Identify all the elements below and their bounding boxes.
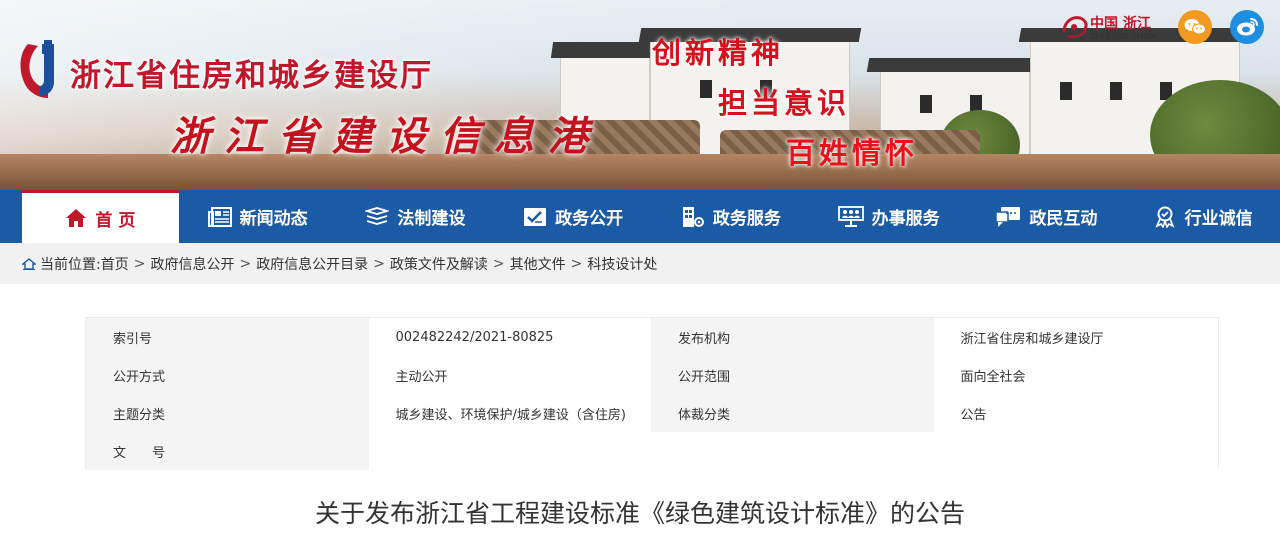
weibo-button[interactable] bbox=[1230, 10, 1264, 44]
table-row: 索引号 002482242/2021-80825 发布机构 浙江省住房和城乡建设… bbox=[86, 318, 1218, 356]
newspaper-icon bbox=[207, 206, 232, 227]
gov-badge-subtitle: ZHEJIANG·CHINA bbox=[1090, 32, 1157, 41]
breadcrumb-separator: > bbox=[570, 255, 583, 272]
meta-key-genre: 体裁分类 bbox=[651, 394, 934, 432]
table-row: 文 号 bbox=[86, 432, 1218, 470]
zhejiang-emblem-icon bbox=[1062, 16, 1088, 38]
table-row: 主题分类 城乡建设、环境保护/城乡建设（含住房) 体裁分类 公告 bbox=[86, 394, 1218, 432]
meta-key-doc-number: 文 号 bbox=[86, 432, 369, 470]
chat-icon bbox=[995, 206, 1021, 228]
table-row: 公开方式 主动公开 公开范围 面向全社会 bbox=[86, 356, 1218, 394]
gov-badge-title: 中国 浙江 bbox=[1090, 16, 1151, 32]
banner-window bbox=[920, 95, 932, 113]
nav-item-label: 行业诚信 bbox=[1184, 209, 1253, 229]
service-desk-icon bbox=[837, 205, 864, 228]
nav-item-label: 新闻动态 bbox=[239, 209, 308, 229]
home-icon bbox=[65, 208, 87, 228]
meta-value-publisher: 浙江省住房和城乡建设厅 bbox=[933, 318, 1218, 356]
location-home-icon bbox=[22, 257, 36, 270]
site-title[interactable]: 浙江省住房和城乡建设厅 bbox=[70, 50, 433, 95]
building-gear-icon bbox=[681, 206, 705, 228]
meta-key-topic: 主题分类 bbox=[86, 394, 369, 432]
nav-item-label: 政务服务 bbox=[712, 209, 781, 229]
site-logo-icon bbox=[20, 40, 54, 98]
breadcrumb-other-docs[interactable]: 其他文件 bbox=[510, 254, 566, 274]
slogan-people: 百姓情怀 bbox=[786, 136, 919, 170]
meta-value-topic: 城乡建设、环境保护/城乡建设（含住房) bbox=[368, 394, 651, 432]
site-subtitle: 浙江省建设信息港 bbox=[170, 113, 602, 160]
nav-item-interaction[interactable]: 政民互动 bbox=[968, 190, 1126, 243]
banner-roof bbox=[866, 58, 1044, 72]
wechat-icon bbox=[1184, 19, 1206, 35]
article-title: 关于发布浙江省工程建设标准《绿色建筑设计标准》的公告 bbox=[314, 499, 965, 528]
meta-key-index: 索引号 bbox=[86, 318, 369, 356]
nav-item-gov-affairs[interactable]: 政务公开 bbox=[494, 190, 652, 243]
breadcrumb-separator: > bbox=[373, 255, 385, 272]
banner-roof bbox=[550, 42, 660, 58]
meta-value-genre: 公告 bbox=[933, 394, 1218, 432]
nav-item-label: 政民互动 bbox=[1029, 209, 1098, 229]
book-stack-icon bbox=[365, 206, 390, 227]
meta-empty-cell bbox=[651, 432, 934, 470]
main-nav: 首 页 新闻动态 法制建设 政务公开 政务服务 办事服务 政民互动 行业诚信 bbox=[0, 190, 1280, 243]
document-meta-table: 索引号 002482242/2021-80825 发布机构 浙江省住房和城乡建设… bbox=[85, 317, 1219, 470]
nav-item-law[interactable]: 法制建设 bbox=[337, 190, 495, 243]
slogan-innovation: 创新精神 bbox=[652, 36, 785, 70]
meta-key-disclosure-mode: 公开方式 bbox=[86, 356, 369, 394]
breadcrumb-prefix: 当前位置: bbox=[40, 256, 101, 273]
meta-value-disclosure-mode: 主动公开 bbox=[368, 356, 651, 394]
meta-key-publisher: 发布机构 bbox=[651, 318, 934, 356]
header-banner: 浙江省住房和城乡建设厅 浙江省建设信息港 创新精神 担当意识 百姓情怀 中国 浙… bbox=[0, 0, 1280, 190]
breadcrumb-gov-info-catalog[interactable]: 政府信息公开目录 bbox=[256, 254, 368, 274]
nav-item-label: 政务公开 bbox=[555, 209, 624, 229]
weibo-icon bbox=[1237, 18, 1258, 36]
breadcrumb-home[interactable]: 首页 bbox=[101, 254, 129, 274]
breadcrumb-separator: > bbox=[133, 255, 146, 272]
meta-empty-cell bbox=[933, 432, 1218, 470]
nav-item-gov-service[interactable]: 政务服务 bbox=[652, 190, 810, 243]
nav-item-label: 法制建设 bbox=[397, 209, 466, 229]
breadcrumb-policy-docs[interactable]: 政策文件及解读 bbox=[390, 254, 488, 274]
breadcrumb-gov-info[interactable]: 政府信息公开 bbox=[150, 254, 234, 274]
breadcrumb: 当前位置: 首页 > 政府信息公开 > 政府信息公开目录 > 政策文件及解读 >… bbox=[0, 243, 1280, 284]
nav-item-home[interactable]: 首 页 bbox=[22, 190, 179, 243]
meta-value-index: 002482242/2021-80825 bbox=[368, 318, 651, 356]
meta-key-disclosure-scope: 公开范围 bbox=[651, 356, 934, 394]
breadcrumb-separator: > bbox=[492, 255, 505, 272]
nav-item-label: 办事服务 bbox=[871, 209, 940, 229]
wechat-button[interactable] bbox=[1178, 10, 1212, 44]
meta-value-disclosure-scope: 面向全社会 bbox=[933, 356, 1218, 394]
document-check-icon bbox=[523, 207, 547, 227]
banner-window bbox=[1060, 82, 1072, 100]
nav-item-credit[interactable]: 行业诚信 bbox=[1125, 190, 1280, 243]
breadcrumb-tech-design[interactable]: 科技设计处 bbox=[587, 254, 657, 274]
nav-item-business-service[interactable]: 办事服务 bbox=[810, 190, 968, 243]
award-icon bbox=[1153, 206, 1177, 228]
banner-window bbox=[1110, 82, 1122, 100]
breadcrumb-separator: > bbox=[239, 255, 252, 272]
nav-item-label: 首 页 bbox=[95, 210, 136, 231]
banner-window bbox=[700, 80, 712, 98]
nav-item-news[interactable]: 新闻动态 bbox=[179, 190, 337, 243]
gov-badge[interactable]: 中国 浙江 ZHEJIANG·CHINA bbox=[1060, 12, 1168, 44]
meta-value-doc-number bbox=[368, 432, 651, 470]
slogan-responsibility: 担当意识 bbox=[718, 86, 851, 120]
